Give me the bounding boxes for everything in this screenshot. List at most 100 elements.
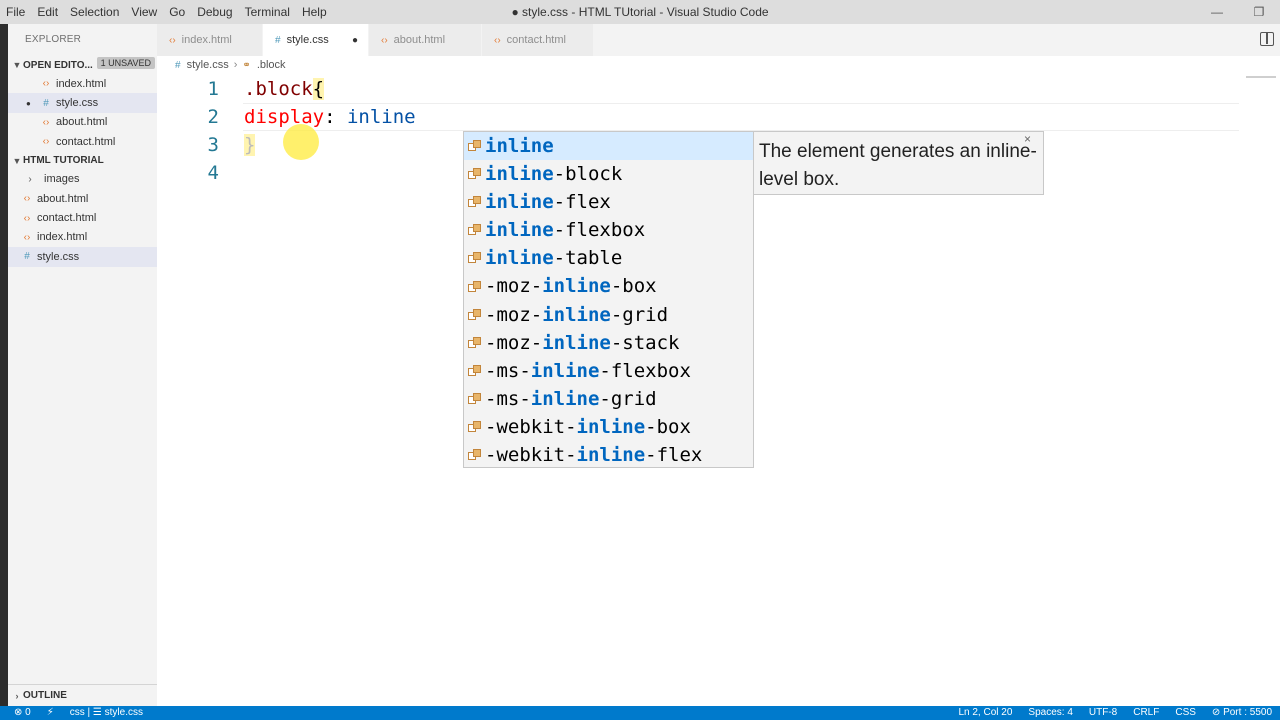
suggestion-match: inline: [485, 219, 554, 242]
language-info[interactable]: css | ☰ style.css: [62, 706, 151, 720]
suggestion-suffix: -table: [553, 247, 623, 270]
live-server-port[interactable]: ⊘ Port : 5500: [1204, 706, 1280, 720]
html-file-icon: ‹›: [23, 231, 31, 243]
open-editor-item[interactable]: ‹› index.html: [8, 74, 157, 93]
file-label: contact.html: [56, 135, 116, 148]
suggestion-item[interactable]: inline-flex: [464, 188, 753, 216]
tab-about-html[interactable]: ‹› about.html: [369, 24, 482, 56]
open-editors-header[interactable]: ▼ OPEN EDITO... 1 UNSAVED: [8, 56, 157, 74]
suggestion-suffix: -box: [610, 275, 657, 298]
suggestion-match: inline: [485, 135, 554, 157]
suggestion-text: -webkit-inline-flex: [485, 441, 702, 469]
file-label: contact.html: [37, 212, 97, 225]
suggestion-suffix: -flexbox: [553, 219, 646, 242]
line-number: 3: [207, 134, 219, 156]
activity-bar: [0, 24, 8, 706]
open-brace: {: [312, 78, 325, 100]
menu-view[interactable]: View: [125, 0, 163, 24]
breadcrumb-symbol[interactable]: .block: [257, 59, 286, 71]
chevron-down-icon: ▼: [12, 60, 22, 70]
encoding[interactable]: UTF-8: [1081, 706, 1125, 720]
cursor-position[interactable]: Ln 2, Col 20: [950, 706, 1020, 720]
suggestion-item[interactable]: -moz-inline-grid: [464, 301, 753, 329]
html-file-icon: ‹›: [169, 34, 176, 46]
menu-terminal[interactable]: Terminal: [239, 0, 296, 24]
project-header[interactable]: ▼ HTML TUTORIAL: [8, 152, 157, 170]
css-file-icon: #: [24, 251, 30, 263]
unsaved-dot-icon: ●: [26, 98, 31, 108]
suggestion-prefix: -moz-: [485, 303, 543, 326]
minimize-button[interactable]: —: [1196, 0, 1238, 24]
suggestion-prefix: -ms-: [485, 387, 531, 410]
line-number: 4: [207, 162, 219, 184]
property-value-icon: [468, 168, 481, 180]
maximize-button[interactable]: ❐: [1238, 0, 1280, 24]
css-value: inline: [346, 106, 416, 128]
folder-item[interactable]: › images: [8, 170, 157, 189]
suggestion-match: inline: [576, 415, 646, 438]
unsaved-dot-icon[interactable]: ●: [352, 35, 358, 46]
file-item[interactable]: ‹› about.html: [8, 189, 157, 208]
code-line-2: display: inline: [244, 103, 416, 131]
menu-help[interactable]: Help: [296, 0, 333, 24]
suggestion-description: The element generates an inline-level bo…: [759, 141, 1037, 190]
outline-header[interactable]: › OUTLINE: [8, 684, 157, 706]
suggestion-text: -moz-inline-stack: [485, 329, 679, 357]
split-editor-icon[interactable]: [1260, 32, 1274, 46]
css-file-icon: #: [275, 34, 281, 46]
breadcrumb-file[interactable]: style.css: [187, 59, 229, 71]
tab-contact-html[interactable]: ‹› contact.html: [482, 24, 594, 56]
suggestion-suffix: -flex: [645, 444, 703, 467]
problems-indicator[interactable]: ⊗ 0: [6, 706, 39, 720]
file-item[interactable]: # style.css: [8, 247, 157, 267]
html-file-icon: ‹›: [23, 212, 31, 224]
html-file-icon: ‹›: [42, 78, 50, 90]
property-value-icon: [468, 252, 481, 264]
file-item[interactable]: ‹› index.html: [8, 228, 157, 247]
suggestion-prefix: -ms-: [485, 359, 531, 382]
property-value-icon: [468, 308, 481, 321]
language-mode[interactable]: CSS: [1167, 706, 1204, 720]
suggestion-prefix: -webkit-: [485, 444, 577, 467]
suggestion-text: -webkit-inline-box: [485, 413, 691, 441]
menu-edit[interactable]: Edit: [31, 0, 64, 24]
chevron-right-icon: ›: [233, 59, 238, 71]
css-selector: .block: [244, 78, 313, 100]
indentation[interactable]: Spaces: 4: [1020, 706, 1080, 720]
tab-style-css[interactable]: # style.css ●: [263, 24, 369, 56]
menu-go[interactable]: Go: [163, 0, 191, 24]
menu-file[interactable]: File: [0, 0, 31, 24]
suggestion-item[interactable]: -ms-inline-grid: [464, 385, 753, 413]
chevron-down-icon: ▼: [12, 155, 22, 166]
css-file-icon: #: [175, 59, 181, 71]
live-share-icon[interactable]: ⚡: [39, 706, 62, 720]
tab-label: about.html: [393, 34, 446, 46]
line-endings[interactable]: CRLF: [1125, 706, 1167, 720]
tab-index-html[interactable]: ‹› index.html: [157, 24, 263, 56]
project-file-list: › images ‹› about.html ‹› contact.html ‹› index…: [8, 170, 157, 267]
css-file-icon: #: [43, 97, 49, 109]
menu-debug[interactable]: Debug: [191, 0, 238, 24]
open-editor-item[interactable]: ‹› contact.html: [8, 132, 157, 151]
suggestion-item[interactable]: -webkit-inline-box: [464, 413, 753, 441]
suggestion-item[interactable]: -moz-inline-stack: [464, 329, 753, 357]
menu-bar: File Edit Selection View Go Debug Terminal Help: [0, 0, 333, 24]
line-number: 1: [207, 78, 219, 100]
file-item[interactable]: ‹› contact.html: [8, 208, 157, 227]
css-property: display: [244, 106, 325, 128]
menu-selection[interactable]: Selection: [64, 0, 125, 24]
file-label: index.html: [56, 77, 107, 90]
suggestion-item[interactable]: -webkit-inline-flex: [464, 441, 753, 469]
suggestion-item[interactable]: inline-flexbox: [464, 216, 753, 244]
suggestion-item[interactable]: inline-block: [464, 160, 753, 188]
close-icon[interactable]: ×: [1024, 131, 1031, 147]
suggestion-item[interactable]: inline: [464, 132, 753, 161]
html-file-icon: ‹›: [381, 34, 388, 46]
suggestion-item[interactable]: inline-table: [464, 244, 753, 272]
open-editor-item[interactable]: ● # style.css: [8, 93, 157, 113]
suggestion-item[interactable]: -moz-inline-box: [464, 272, 753, 300]
file-label: about.html: [37, 192, 89, 205]
open-editor-item[interactable]: ‹› about.html: [8, 113, 157, 132]
suggestion-text: inline-flexbox: [485, 216, 645, 244]
suggestion-item[interactable]: -ms-inline-flexbox: [464, 357, 753, 385]
